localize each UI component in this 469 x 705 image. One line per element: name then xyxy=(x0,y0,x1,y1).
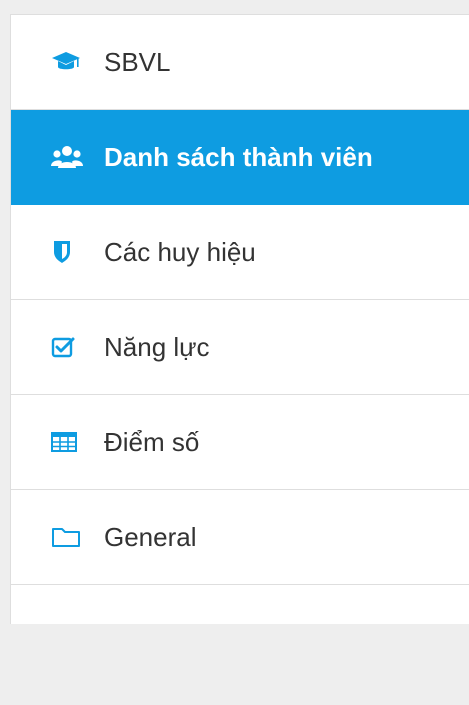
nav-item-empty xyxy=(11,585,469,705)
nav-item-grades[interactable]: Điểm số xyxy=(11,395,469,490)
folder-icon xyxy=(51,524,83,550)
users-icon xyxy=(51,144,83,170)
nav-item-sbvl[interactable]: SBVL xyxy=(11,15,469,110)
graduation-cap-icon xyxy=(51,49,83,75)
nav-item-label: SBVL xyxy=(104,46,171,77)
shield-icon xyxy=(51,239,83,265)
table-icon xyxy=(51,429,83,455)
nav-item-label: General xyxy=(104,521,197,552)
course-navigation: SBVL Danh sách thành viên Các huy hiệu N… xyxy=(10,14,469,624)
nav-item-label: Danh sách thành viên xyxy=(104,141,373,172)
nav-item-label: Năng lực xyxy=(104,331,210,362)
nav-item-competencies[interactable]: Năng lực xyxy=(11,300,469,395)
nav-item-badges[interactable]: Các huy hiệu xyxy=(11,205,469,300)
nav-item-general[interactable]: General xyxy=(11,490,469,585)
nav-item-label: Các huy hiệu xyxy=(104,236,256,267)
nav-item-label: Điểm số xyxy=(104,426,200,457)
nav-item-participants[interactable]: Danh sách thành viên xyxy=(11,110,469,205)
checkbox-icon xyxy=(51,334,83,360)
